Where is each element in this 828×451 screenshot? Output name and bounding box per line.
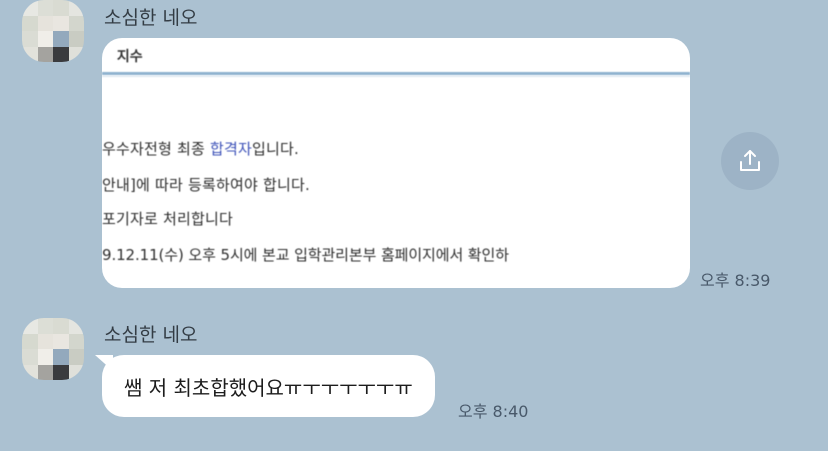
share-upload-icon (740, 150, 760, 171)
share-button[interactable] (721, 132, 779, 190)
image-text-line: 우수자전형 최종 합격자입니다. (102, 140, 299, 158)
sender-name: 소심한 네오 (104, 324, 198, 346)
sender-name: 소심한 네오 (104, 7, 198, 29)
avatar[interactable] (22, 0, 84, 62)
image-text-line: 9.12.11(수) 오후 5시에 본교 입학관리본부 홈페이지에서 확인하 (102, 246, 509, 264)
image-divider (102, 72, 690, 75)
image-text-line: 안내]에 따라 등록하여야 합니다. (102, 176, 310, 194)
text-message-bubble[interactable]: 쌤 저 최초합했어요ㅠㅜㅜㅜㅜㅜㅠ (102, 355, 435, 417)
message-time: 오후 8:40 (458, 402, 529, 421)
avatar[interactable] (22, 318, 84, 380)
image-header-text: ᅟ지수 (104, 49, 143, 65)
image-message[interactable]: ᅟ지수 우수자전형 최종 합격자입니다. 안내]에 따라 등록하여야 합니다. … (102, 38, 690, 288)
image-divider-thin (102, 76, 690, 77)
image-text-line: 포기자로 처리합니다 (102, 210, 233, 228)
message-text: 쌤 저 최초합했어요ㅠㅜㅜㅜㅜㅜㅠ (124, 375, 413, 400)
message-time: 오후 8:39 (700, 271, 771, 290)
